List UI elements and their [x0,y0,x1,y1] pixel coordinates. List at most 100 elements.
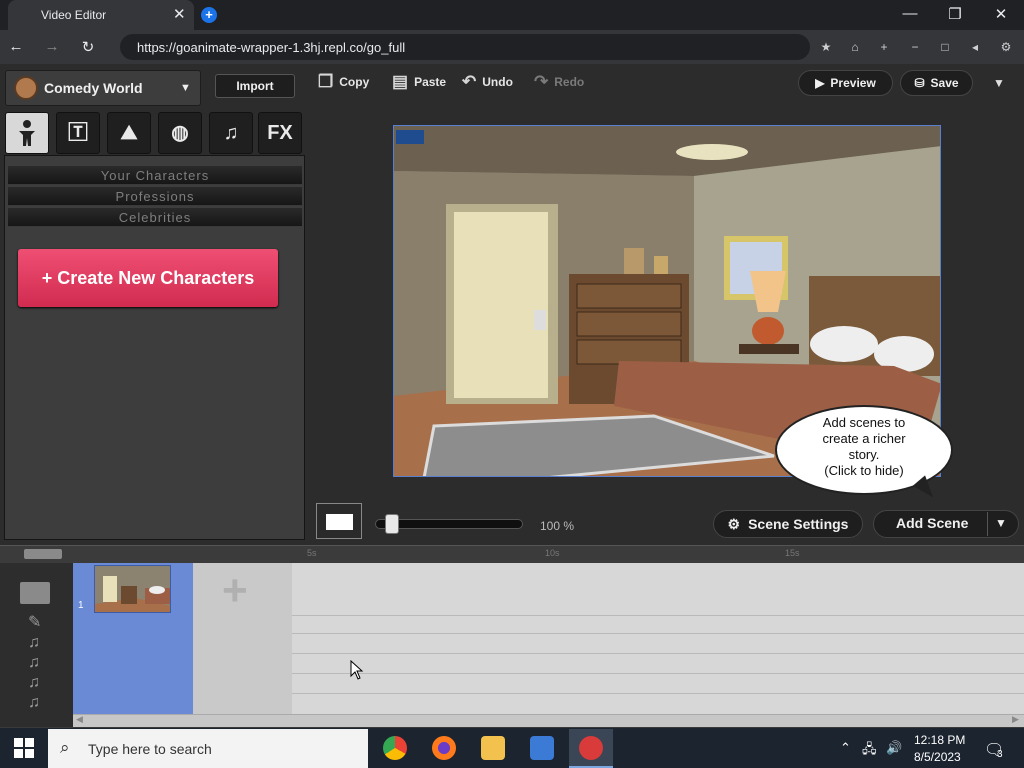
undo-icon: ↶ [462,72,477,91]
hint-line-1: Add scenes to [822,415,906,430]
minimize-icon[interactable]: — [895,5,925,22]
paste-button[interactable]: ▤ Paste [392,72,446,92]
redo-icon: ↷ [534,72,549,91]
theme-label: Comedy World [44,80,143,96]
characters-tab[interactable] [5,112,49,154]
props-tab[interactable]: ⛰ [107,112,151,154]
add-scene-divider [987,512,988,536]
notification-count: 3 [997,749,1003,760]
scroll-right-icon[interactable]: ▶ [1012,714,1019,725]
film-icon [20,582,50,604]
chevron-up-icon[interactable]: ⌃ [840,740,851,756]
fx-tab[interactable]: FX [258,112,302,154]
hint-line-3: story. [848,447,880,462]
firefox-icon[interactable] [432,736,456,760]
theme-avatar [14,76,38,100]
scene-number: 1 [78,600,84,611]
paste-icon: ▤ [392,72,409,91]
save-button[interactable]: ⛁ Save [900,70,973,96]
timeline-ruler[interactable] [0,545,1024,563]
close-tab-icon[interactable]: ✕ [173,5,186,23]
clock-time[interactable]: 12:18 PM [914,733,965,747]
music-tab[interactable]: ♫ [209,112,253,154]
forward-icon[interactable]: → [40,38,64,55]
timeline-zoom-handle[interactable] [24,549,62,559]
home-icon[interactable]: ⌂ [846,40,864,54]
restore-icon[interactable]: ❐ [940,5,970,23]
sports-tab[interactable]: ◍ [158,112,202,154]
copy-button[interactable]: ❐ Copy [318,72,369,92]
close-window-icon[interactable]: ✕ [986,5,1016,23]
file-explorer-icon[interactable] [481,736,505,760]
save-icon: ⛁ [914,76,925,90]
add-icon[interactable]: + [875,40,893,54]
zoom-value: 100 % [540,519,575,533]
add-scene-chevron-icon[interactable]: ▼ [995,516,1007,530]
mouse-cursor-icon [350,660,364,680]
tick-label: 10s [545,548,560,558]
copy-icon: ❐ [318,72,334,91]
tab-title: Video Editor [41,8,107,22]
music-note-icon: ♫ [223,122,239,144]
search-icon: ⌕ [60,738,70,757]
scene-settings-label: Scene Settings [748,516,849,532]
tick-label: 15s [785,548,800,558]
gear-icon[interactable]: ⚙ [997,40,1015,54]
new-tab-icon[interactable]: + [201,7,217,23]
preview-label: Preview [830,76,876,90]
url-text: https://goanimate-wrapper-1.3hj.repl.co/… [137,40,406,55]
preview-button[interactable]: ▶ Preview [798,70,893,96]
scene-1-thumbnail[interactable] [94,565,171,613]
menu-chevron-icon[interactable]: ▼ [993,76,1005,90]
zoom-slider-thumb[interactable] [385,514,399,534]
tick-label: 5s [307,548,317,558]
category-professions[interactable]: Professions [8,187,302,206]
scene-thumbnail-image [95,566,170,612]
scroll-left-icon[interactable]: ◀ [76,714,83,725]
voice-icon: ✎ [28,614,42,631]
redo-label: Redo [554,75,585,89]
copy-label: Copy [339,75,370,89]
hint-line-2: create a richer [822,431,906,446]
basketball-icon: ◍ [171,122,189,144]
music-note-icon: ♫ [28,634,40,651]
chevron-down-icon[interactable]: ▼ [180,82,191,94]
create-new-characters-button[interactable]: + Create New Characters [18,249,278,307]
network-icon[interactable]: 🖧 [862,740,877,762]
paste-label: Paste [414,75,447,89]
text-bubble-icon: 🅃 [68,122,88,144]
props-icon: ⛰ [120,122,138,144]
minimize-app-icon[interactable]: − [906,40,924,54]
volume-icon[interactable]: 🔊 [886,740,902,756]
store-icon[interactable] [530,736,554,760]
import-button[interactable]: Import [215,74,295,98]
add-scene-label: Add Scene [896,515,969,531]
music-note-icon: ♫ [28,694,40,711]
chrome-icon[interactable] [383,736,407,760]
back-icon[interactable]: ← [4,38,28,55]
music-note-icon: ♫ [28,674,40,691]
music-note-icon: ♫ [28,654,40,671]
redo-button[interactable]: ↷ Redo [534,72,584,92]
windows-start-icon[interactable] [14,738,34,758]
window-icon[interactable]: □ [936,40,954,54]
undo-button[interactable]: ↶ Undo [462,72,513,92]
plus-icon: + [222,566,248,615]
gear-icon: ⚙ [727,515,741,532]
taskbar-search-placeholder: Type here to search [88,741,212,757]
scene-settings-button[interactable]: ⚙ Scene Settings [713,510,863,538]
fx-label: FX [267,122,293,144]
text-tab[interactable]: 🅃 [56,112,100,154]
category-celebrities[interactable]: Celebrities [8,208,302,227]
speaker-icon[interactable]: ◂ [966,40,984,54]
category-your-characters[interactable]: Your Characters [8,166,302,185]
goanimate-app-icon[interactable] [579,736,603,760]
undo-label: Undo [482,75,513,89]
clock-date[interactable]: 8/5/2023 [914,750,961,764]
person-icon [19,120,35,146]
bookmark-icon[interactable]: ★ [817,40,835,54]
timeline-scrollbar[interactable] [73,714,1024,727]
reload-icon[interactable]: ↻ [76,38,100,56]
background-swatch-icon [326,514,353,530]
play-icon: ▶ [815,76,825,90]
